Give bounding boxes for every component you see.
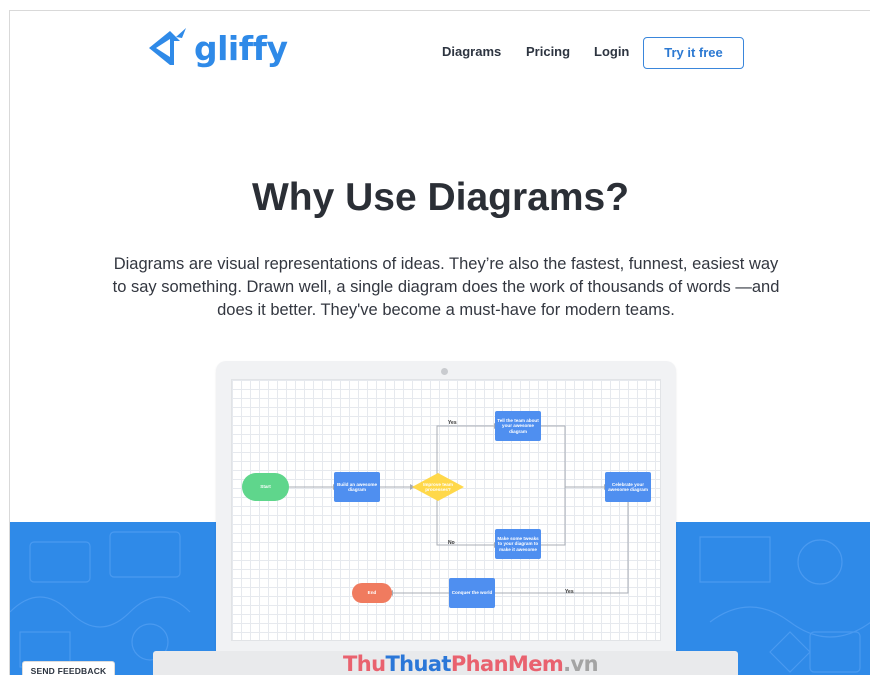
flow-start-node: Start xyxy=(242,473,289,501)
top-nav: Diagrams Pricing Login Try it free xyxy=(10,37,870,69)
page-frame: gliffy Diagrams Pricing Login Try it fre… xyxy=(9,10,870,675)
flow-celebrate-node: Celebrate your awesome diagram xyxy=(605,472,651,502)
hero-title: Why Use Diagrams? xyxy=(251,176,630,219)
laptop-camera xyxy=(441,368,448,375)
flow-build-node: Build an awesome diagram xyxy=(334,472,380,502)
send-feedback-button[interactable]: SEND FEEDBACK xyxy=(22,661,115,675)
watermark-part-1: Thu xyxy=(343,652,386,675)
watermark-part-3: PhanMem xyxy=(450,652,564,675)
site-watermark: ThuThuatPhanMem.vn xyxy=(343,652,599,675)
laptop-mockup: Start Build an awesome diagram Improve t… xyxy=(216,361,676,661)
flow-tell-node: Tell the team about your awesome diagram xyxy=(495,411,541,441)
flowchart-connectors xyxy=(289,423,629,596)
nav-login-link[interactable]: Login xyxy=(594,44,629,59)
flow-conquer-node: Conquer the world xyxy=(449,578,495,608)
hero-description: Diagrams are visual representations of i… xyxy=(112,255,780,319)
flow-decision-label: Improve team processes? xyxy=(423,481,453,492)
flow-tweaks-node: Make some tweaks to your diagram to make… xyxy=(495,529,541,559)
flowchart-screen: Start Build an awesome diagram Improve t… xyxy=(231,379,661,641)
flow-yes-label: Yes xyxy=(448,420,457,426)
flow-end-node: End xyxy=(352,583,392,603)
try-it-free-button[interactable]: Try it free xyxy=(643,37,744,69)
watermark-part-4: .vn xyxy=(563,652,598,675)
watermark-part-2: Thuat xyxy=(385,652,451,675)
flow-yes-bottom-label: Yes xyxy=(565,589,574,595)
flow-no-label: No xyxy=(448,540,455,546)
nav-diagrams-link[interactable]: Diagrams xyxy=(442,44,501,59)
nav-pricing-link[interactable]: Pricing xyxy=(526,44,570,59)
